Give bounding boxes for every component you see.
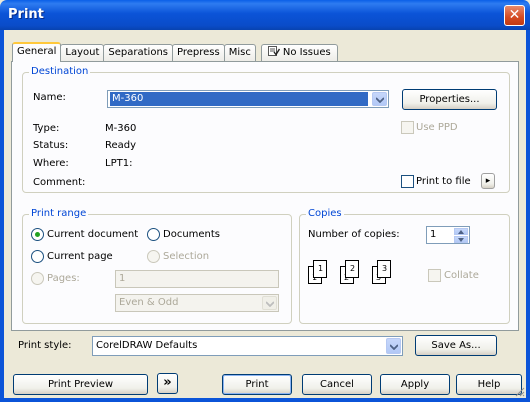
comment-label: Comment: [33, 177, 86, 188]
print-style-label: Print style: [18, 340, 72, 351]
type-value: M-360 [105, 123, 137, 134]
tab-issues-label: No Issues [282, 47, 331, 58]
destination-group: Destination Name: M-360 Properties... Ty… [22, 66, 510, 193]
collate-checkbox[interactable] [428, 269, 441, 282]
type-label: Type: [33, 123, 60, 134]
print-range-group: Print range Current document Documents C… [22, 208, 292, 324]
tab-general-label: General [17, 46, 57, 57]
selection-label: Selection [163, 251, 210, 262]
general-panel: Destination Name: M-360 Properties... Ty… [11, 61, 519, 331]
double-chevron-right-icon: » [163, 375, 172, 390]
pages-radio[interactable] [31, 272, 44, 285]
copies-input[interactable]: 1 [426, 226, 470, 244]
tab-misc[interactable]: Misc [223, 44, 256, 62]
page-stack-3-front: 3 [377, 260, 391, 278]
print-style-dropdown-button[interactable] [386, 338, 401, 354]
arrow-right-icon: ▸ [485, 176, 491, 186]
tab-layout-label: Layout [65, 47, 100, 58]
tab-strip: General Layout Separations Prepress Misc… [12, 42, 338, 62]
close-button[interactable]: ✕ [504, 5, 525, 26]
spin-down-button[interactable] [454, 236, 468, 243]
collate-preview-icon: 1 1 2 2 3 3 [308, 260, 408, 290]
title-bar[interactable]: Print ✕ [0, 0, 530, 30]
tab-misc-label: Misc [228, 47, 251, 58]
printer-name-select[interactable]: M-360 [107, 90, 389, 108]
current-page-label: Current page [47, 251, 113, 262]
pages-input[interactable]: 1 [115, 270, 279, 288]
window-title: Print [8, 7, 44, 22]
print-range-legend: Print range [29, 208, 89, 220]
destination-legend: Destination [29, 66, 91, 78]
print-to-file-checkbox[interactable] [401, 175, 414, 188]
status-label: Status: [33, 140, 69, 151]
pages-value: 1 [119, 273, 126, 284]
use-ppd-checkbox[interactable] [401, 121, 414, 134]
documents-label: Documents [163, 229, 221, 240]
print-preview-button[interactable]: Print Preview [13, 374, 148, 395]
cancel-button[interactable]: Cancel [302, 374, 372, 395]
page-filter-select[interactable]: Even & Odd [115, 294, 279, 312]
issues-check-icon [267, 46, 280, 56]
copies-spinner[interactable] [454, 228, 468, 243]
chevron-down-icon [458, 238, 464, 242]
printer-name-value: M-360 [110, 92, 368, 106]
page-filter-dropdown-button[interactable] [262, 296, 277, 310]
where-label: Where: [33, 158, 69, 169]
apply-button[interactable]: Apply [380, 374, 450, 395]
print-style-value: CorelDRAW Defaults [96, 340, 198, 351]
use-ppd-label: Use PPD [416, 122, 458, 133]
copies-legend: Copies [306, 208, 344, 220]
properties-button[interactable]: Properties... [402, 89, 497, 110]
window-frame-left [0, 30, 4, 402]
documents-radio[interactable] [147, 228, 160, 241]
print-button[interactable]: Print [222, 374, 292, 395]
close-icon: ✕ [508, 7, 521, 23]
chevron-up-icon [458, 230, 464, 234]
spin-up-button[interactable] [454, 228, 468, 235]
where-value: LPT1: [105, 158, 133, 169]
copies-group: Copies Number of copies: 1 1 1 2 2 3 3 C… [299, 208, 510, 324]
collate-label: Collate [444, 270, 479, 281]
tab-prepress[interactable]: Prepress [172, 44, 225, 62]
tab-separations-label: Separations [108, 47, 169, 58]
pages-label: Pages: [47, 273, 80, 284]
expand-preview-button[interactable]: » [157, 373, 178, 394]
printer-name-dropdown-button[interactable] [372, 92, 387, 106]
current-page-radio[interactable] [31, 250, 44, 263]
status-value: Ready [105, 140, 137, 151]
chevron-down-icon [390, 344, 398, 350]
resize-grip-icon[interactable] [513, 385, 525, 397]
print-to-file-label: Print to file [416, 176, 471, 187]
page-filter-value: Even & Odd [119, 297, 179, 308]
selection-radio[interactable] [147, 250, 160, 263]
chevron-down-icon [266, 301, 274, 307]
tab-general[interactable]: General [12, 42, 62, 62]
print-style-select[interactable]: CorelDRAW Defaults [92, 336, 403, 356]
window-frame-bottom [0, 398, 530, 402]
number-of-copies-label: Number of copies: [308, 229, 400, 240]
window-frame-right [526, 30, 530, 402]
save-as-button[interactable]: Save As... [415, 335, 497, 356]
current-document-radio[interactable] [31, 228, 44, 241]
tab-layout[interactable]: Layout [60, 44, 105, 62]
chevron-down-icon [376, 97, 384, 103]
current-document-label: Current document [47, 229, 139, 240]
copies-value: 1 [430, 229, 437, 240]
page-stack-2-front: 2 [345, 260, 359, 278]
tab-issues[interactable]: No Issues [260, 44, 338, 62]
page-stack-1-front: 1 [313, 260, 327, 278]
name-label: Name: [33, 92, 66, 103]
print-to-file-options-button[interactable]: ▸ [481, 173, 495, 189]
tab-prepress-label: Prepress [177, 47, 220, 58]
tab-separations[interactable]: Separations [103, 44, 174, 62]
